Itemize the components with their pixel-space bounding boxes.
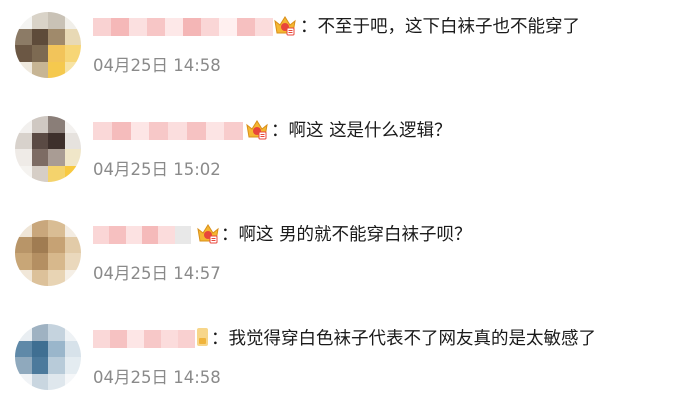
username-blurred[interactable] bbox=[93, 122, 243, 140]
username-blurred[interactable] bbox=[93, 18, 273, 36]
crown-icon bbox=[246, 120, 268, 140]
comment-item: ：啊这 男的就不能穿白袜子呗？ 04月25日 14:57 bbox=[0, 216, 700, 306]
comment-item: ：啊这 这是什么逻辑？ 04月25日 15:02 bbox=[0, 112, 700, 202]
comment-item: ：不至于吧，这下白袜子也不能穿了 04月25日 14:58 bbox=[0, 8, 700, 98]
username-blurred[interactable] bbox=[93, 226, 191, 244]
avatar[interactable] bbox=[15, 324, 81, 390]
comment-timestamp: 04月25日 14:57 bbox=[93, 264, 221, 283]
comment-timestamp: 04月25日 14:58 bbox=[93, 56, 221, 75]
comment-text: ：我觉得穿白色袜子代表不了网友真的是太敏感了 bbox=[211, 329, 596, 349]
vip-icon bbox=[197, 328, 208, 346]
comment-timestamp: 04月25日 15:02 bbox=[93, 160, 221, 179]
comment-timestamp: 04月25日 14:58 bbox=[93, 368, 221, 387]
comment-text: ：啊这 男的就不能穿白袜子呗？ bbox=[221, 225, 472, 245]
crown-icon bbox=[274, 16, 296, 36]
avatar[interactable] bbox=[15, 116, 81, 182]
avatar[interactable] bbox=[15, 12, 81, 78]
comment-list: ：不至于吧，这下白袜子也不能穿了 04月25日 14:58 ：啊这 这是什么逻辑… bbox=[0, 0, 700, 416]
avatar[interactable] bbox=[15, 220, 81, 286]
crown-icon bbox=[197, 224, 219, 244]
comment-text: ：啊这 这是什么逻辑？ bbox=[271, 121, 452, 141]
username-blurred[interactable] bbox=[93, 330, 195, 348]
comment-text: ：不至于吧，这下白袜子也不能穿了 bbox=[300, 17, 580, 37]
comment-item: ：我觉得穿白色袜子代表不了网友真的是太敏感了 04月25日 14:58 bbox=[0, 320, 700, 410]
